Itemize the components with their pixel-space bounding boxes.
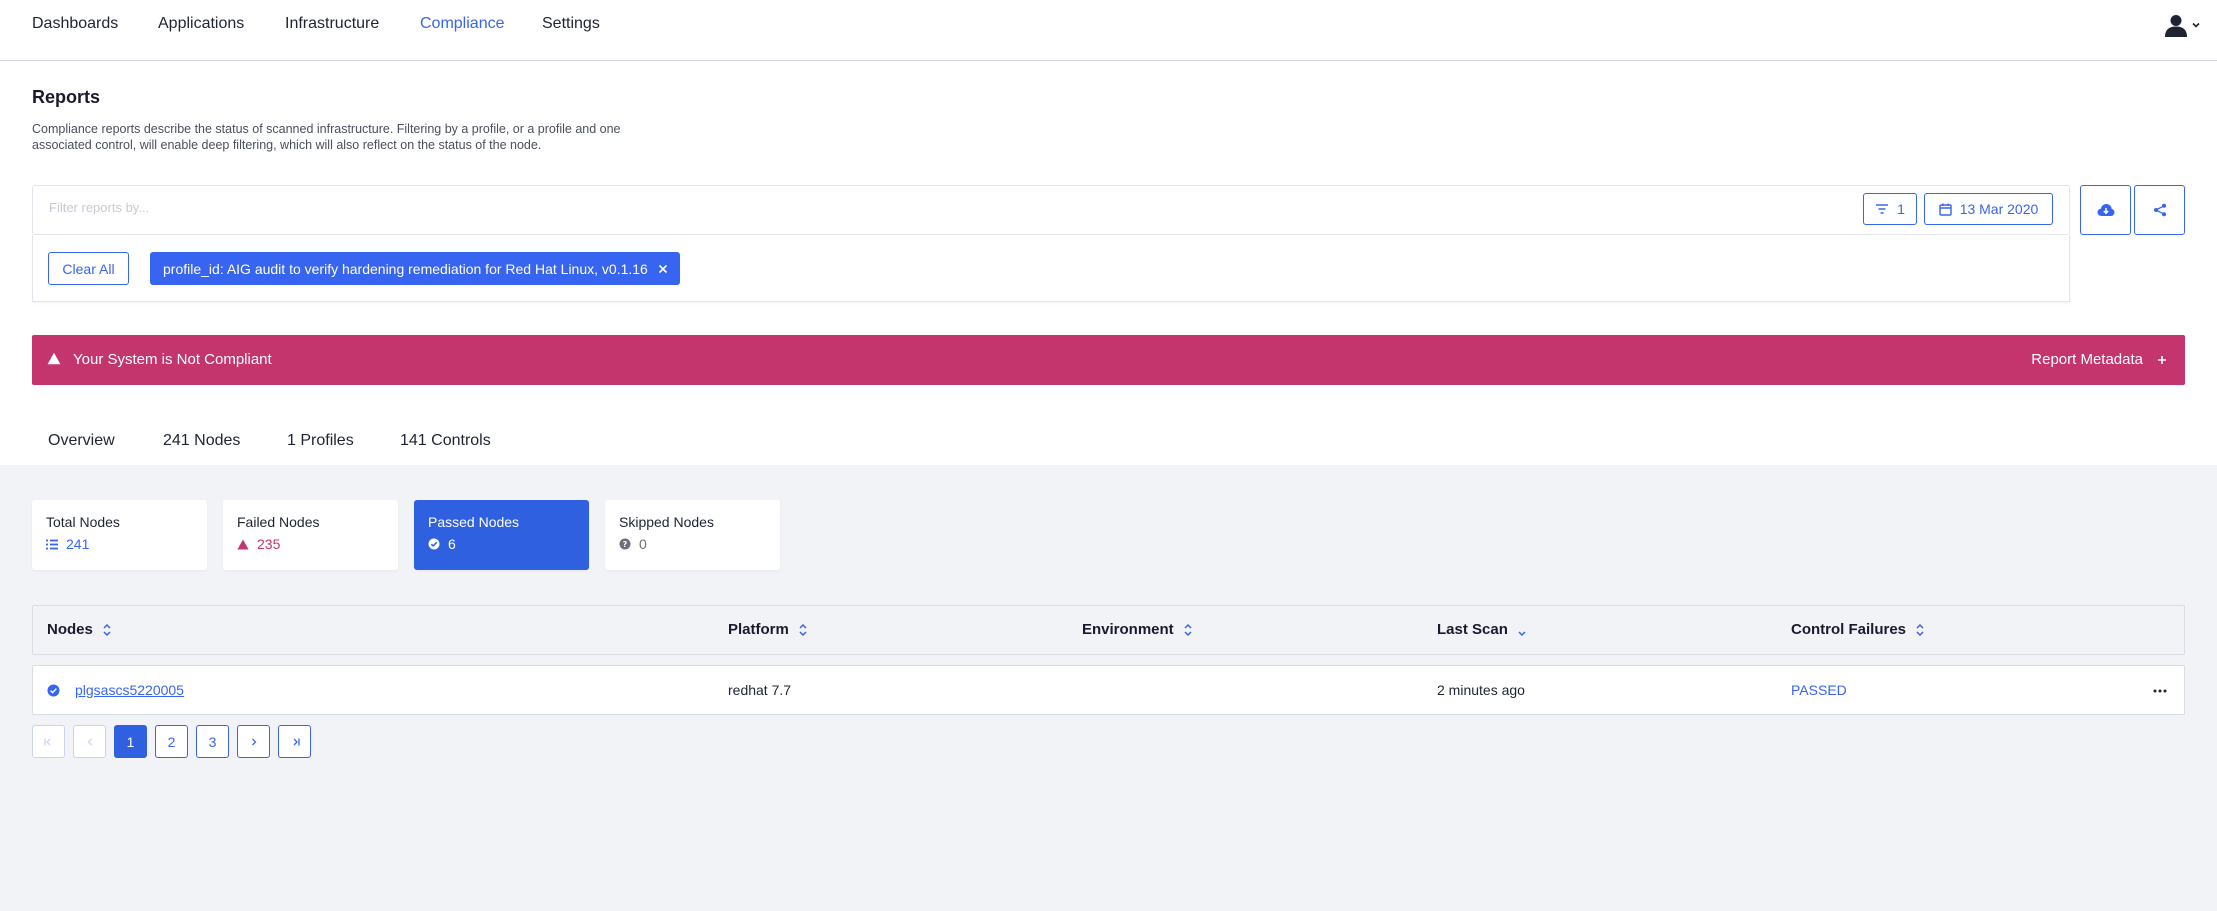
stat-value: 6 bbox=[428, 536, 456, 552]
stat-label: Skipped Nodes bbox=[619, 514, 714, 530]
chevron-down-icon bbox=[2192, 22, 2200, 28]
stat-label: Passed Nodes bbox=[428, 514, 520, 530]
stat-card-passed-nodes[interactable]: Passed Nodes 6 bbox=[414, 500, 589, 570]
nav-settings[interactable]: Settings bbox=[542, 15, 600, 33]
sort-icon bbox=[103, 623, 111, 636]
pagination-prev-button[interactable] bbox=[73, 725, 106, 758]
active-filter-label: profile_id: AIG audit to verify hardenin… bbox=[163, 260, 648, 277]
active-filter-pill[interactable]: profile_id: AIG audit to verify hardenin… bbox=[150, 252, 680, 285]
pagination-last-button[interactable] bbox=[278, 725, 311, 758]
share-button[interactable] bbox=[2134, 185, 2185, 235]
pagination-page-2[interactable]: 2 bbox=[155, 725, 188, 758]
stat-value: ? 0 bbox=[619, 536, 647, 552]
nav-compliance[interactable]: Compliance bbox=[420, 15, 504, 33]
tab-profiles[interactable]: 1 Profiles bbox=[287, 432, 354, 450]
user-icon bbox=[2165, 15, 2187, 37]
column-header-nodes[interactable]: Nodes bbox=[47, 621, 111, 638]
chevron-right-icon bbox=[251, 738, 256, 745]
column-label: Nodes bbox=[47, 621, 93, 638]
close-icon[interactable] bbox=[658, 264, 668, 274]
stat-card-total-nodes[interactable]: Total Nodes 241 bbox=[32, 500, 207, 570]
column-header-last-scan[interactable]: Last Scan bbox=[1437, 621, 1526, 638]
pagination-next-button[interactable] bbox=[237, 725, 270, 758]
nodes-table-header: Nodes Platform Environment Last Scan Con… bbox=[32, 605, 2185, 655]
node-name-link[interactable]: plgsascs5220005 bbox=[75, 682, 184, 698]
page-title: Reports bbox=[32, 87, 101, 107]
stat-value: 235 bbox=[237, 536, 280, 552]
table-row: plgsascs5220005 redhat 7.7 2 minutes ago… bbox=[32, 665, 2185, 715]
node-platform: redhat 7.7 bbox=[728, 682, 792, 698]
calendar-icon bbox=[1938, 203, 1952, 216]
tab-nodes[interactable]: 241 Nodes bbox=[163, 432, 240, 450]
column-header-control-failures[interactable]: Control Failures bbox=[1791, 621, 1924, 638]
clear-all-button[interactable]: Clear All bbox=[48, 252, 129, 285]
stat-value-number: 235 bbox=[257, 536, 281, 552]
first-page-icon bbox=[43, 738, 50, 745]
warning-icon bbox=[237, 539, 249, 549]
filter-count: 1 bbox=[1897, 201, 1905, 217]
stat-value-number: 0 bbox=[639, 536, 647, 552]
stat-value-number: 6 bbox=[448, 536, 456, 552]
plus-icon bbox=[2158, 355, 2166, 364]
pagination-page-3[interactable]: 3 bbox=[196, 725, 229, 758]
node-last-scan: 2 minutes ago bbox=[1437, 682, 1525, 698]
stat-card-skipped-nodes[interactable]: Skipped Nodes ? 0 bbox=[605, 500, 780, 570]
top-nav: Dashboards Applications Infrastructure C… bbox=[0, 0, 2217, 61]
date-selector-button[interactable]: 13 Mar 2020 bbox=[1924, 193, 2053, 225]
nav-dashboards[interactable]: Dashboards bbox=[32, 15, 118, 33]
last-page-icon bbox=[293, 738, 300, 745]
node-control-failures: PASSED bbox=[1791, 682, 1847, 698]
check-circle-icon bbox=[47, 684, 60, 697]
check-circle-icon bbox=[428, 538, 440, 550]
sort-icon bbox=[1184, 623, 1192, 636]
download-button[interactable] bbox=[2080, 185, 2131, 235]
more-options-icon[interactable] bbox=[2153, 689, 2167, 693]
compliance-status-text: Your System is Not Compliant bbox=[73, 351, 272, 368]
stat-label: Failed Nodes bbox=[237, 514, 320, 530]
column-label: Platform bbox=[728, 621, 789, 638]
list-icon bbox=[46, 539, 58, 549]
column-header-environment[interactable]: Environment bbox=[1082, 621, 1192, 638]
stat-value-number: 241 bbox=[66, 536, 90, 552]
search-input[interactable] bbox=[49, 200, 1449, 215]
filter-count-button[interactable]: 1 bbox=[1863, 193, 1917, 225]
column-header-platform[interactable]: Platform bbox=[728, 621, 807, 638]
stat-value: 241 bbox=[46, 536, 89, 552]
share-icon bbox=[2153, 203, 2166, 217]
compliance-status-banner: Your System is Not Compliant Report Meta… bbox=[32, 335, 2185, 385]
search-box bbox=[32, 185, 2070, 235]
pagination-page-1[interactable]: 1 bbox=[114, 725, 147, 758]
stat-card-failed-nodes[interactable]: Failed Nodes 235 bbox=[223, 500, 398, 570]
warning-icon bbox=[47, 352, 61, 365]
user-menu[interactable] bbox=[2163, 12, 2201, 38]
filter-icon bbox=[1876, 204, 1889, 214]
pagination-first-button[interactable] bbox=[32, 725, 65, 758]
tab-controls[interactable]: 141 Controls bbox=[400, 432, 491, 450]
nav-applications[interactable]: Applications bbox=[158, 15, 244, 33]
column-label: Environment bbox=[1082, 621, 1174, 638]
nav-infrastructure[interactable]: Infrastructure bbox=[285, 15, 379, 33]
tab-overview[interactable]: Overview bbox=[48, 432, 115, 450]
svg-text:?: ? bbox=[623, 540, 628, 549]
column-label: Last Scan bbox=[1437, 621, 1508, 638]
sort-icon bbox=[1916, 623, 1924, 636]
date-label: 13 Mar 2020 bbox=[1959, 201, 2039, 217]
column-label: Control Failures bbox=[1791, 621, 1907, 638]
page-description: Compliance reports describe the status o… bbox=[32, 122, 621, 152]
sort-descending-icon bbox=[1518, 630, 1526, 636]
stat-label: Total Nodes bbox=[46, 514, 120, 530]
report-metadata-toggle[interactable]: Report Metadata bbox=[2031, 351, 2167, 368]
chevron-left-icon bbox=[87, 738, 92, 745]
question-circle-icon: ? bbox=[619, 538, 631, 550]
sort-icon bbox=[799, 623, 807, 636]
cloud-download-icon bbox=[2097, 204, 2114, 216]
report-metadata-label: Report Metadata bbox=[2031, 351, 2143, 368]
